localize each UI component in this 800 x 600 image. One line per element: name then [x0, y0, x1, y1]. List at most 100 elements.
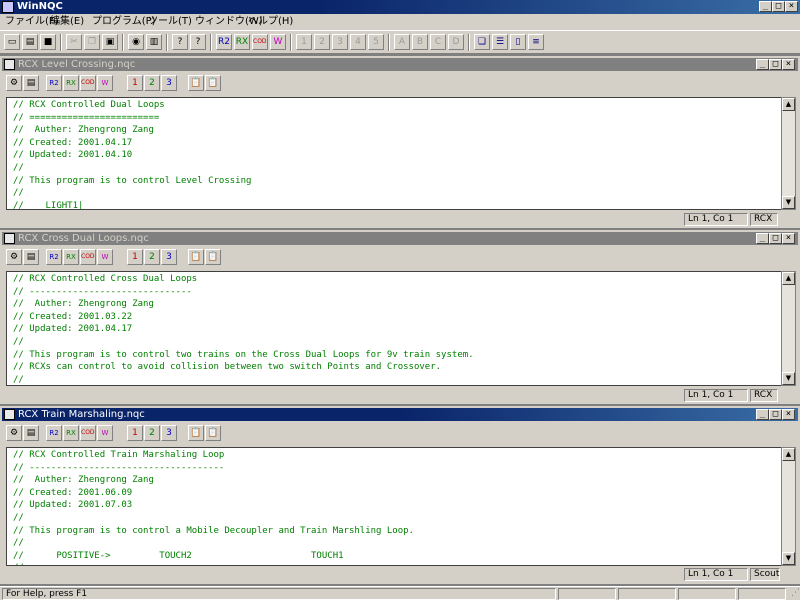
- list-icon[interactable]: ▤: [23, 75, 39, 91]
- resize-grip-icon[interactable]: ⋰: [788, 588, 800, 600]
- run-icon[interactable]: C: [430, 34, 446, 50]
- scroll-up-icon[interactable]: ▲: [782, 98, 795, 111]
- program-1-icon[interactable]: 1: [296, 34, 312, 50]
- rcx-target-icon[interactable]: RX: [63, 249, 79, 265]
- minimize-button[interactable]: _: [756, 409, 769, 420]
- document-icon[interactable]: [4, 233, 15, 244]
- list-icon[interactable]: ▤: [23, 249, 39, 265]
- code-editor[interactable]: // RCX Controlled Dual Loops // ========…: [6, 97, 782, 210]
- clipboard-paste-icon[interactable]: 📋: [205, 425, 221, 441]
- compile-icon[interactable]: A: [394, 34, 410, 50]
- rcx2-target-icon[interactable]: R2: [46, 425, 62, 441]
- minimize-button[interactable]: _: [756, 59, 769, 70]
- maximize-button[interactable]: □: [769, 59, 782, 70]
- program-5-icon[interactable]: 5: [368, 34, 384, 50]
- new-file-icon[interactable]: ▭: [4, 34, 20, 50]
- close-button[interactable]: ×: [782, 233, 795, 244]
- scroll-down-icon[interactable]: ▼: [782, 372, 795, 385]
- maximize-button[interactable]: □: [769, 233, 782, 244]
- clipboard-paste-icon[interactable]: 📋: [205, 75, 221, 91]
- settings-icon[interactable]: ⚙: [6, 425, 22, 441]
- find-icon[interactable]: ◉: [128, 34, 144, 50]
- code-text[interactable]: // RCX Controlled Dual Loops // ========…: [7, 98, 781, 209]
- code-target-icon[interactable]: CODE: [80, 75, 96, 91]
- rcx-target-icon[interactable]: RX: [63, 75, 79, 91]
- settings-icon[interactable]: ⚙: [6, 75, 22, 91]
- settings-icon[interactable]: ⚙: [6, 249, 22, 265]
- help-icon[interactable]: ?: [172, 34, 188, 50]
- minimize-button[interactable]: _: [759, 1, 772, 12]
- slot-1-icon[interactable]: 1: [127, 425, 143, 441]
- maximize-button[interactable]: □: [769, 409, 782, 420]
- code-editor[interactable]: // RCX Controlled Cross Dual Loops // --…: [6, 271, 782, 386]
- close-button[interactable]: ×: [785, 1, 798, 12]
- menu-program[interactable]: プログラム(P): [92, 15, 156, 29]
- web-target-icon[interactable]: W: [97, 425, 113, 441]
- copy-icon[interactable]: ❐: [84, 34, 100, 50]
- stop-icon[interactable]: D: [448, 34, 464, 50]
- close-button[interactable]: ×: [782, 409, 795, 420]
- tile-horizontal-icon[interactable]: ☰: [492, 34, 508, 50]
- document-icon[interactable]: [4, 59, 15, 70]
- clipboard-icon[interactable]: 📋: [188, 249, 204, 265]
- code-text[interactable]: // RCX Controlled Train Marshaling Loop …: [7, 448, 781, 565]
- code-target-icon[interactable]: CODE: [252, 34, 268, 50]
- rcx-target-icon[interactable]: RX: [63, 425, 79, 441]
- slot-3-icon[interactable]: 3: [161, 75, 177, 91]
- slot-3-icon[interactable]: 3: [161, 249, 177, 265]
- app-title-bar[interactable]: WinNQC _ □ ×: [0, 0, 800, 14]
- rcx-target-icon[interactable]: RX: [234, 34, 250, 50]
- slot-2-icon[interactable]: 2: [144, 425, 160, 441]
- context-help-icon[interactable]: ?: [190, 34, 206, 50]
- rcx2-target-icon[interactable]: R2: [46, 75, 62, 91]
- clipboard-paste-icon[interactable]: 📋: [205, 249, 221, 265]
- program-4-icon[interactable]: 4: [350, 34, 366, 50]
- print-icon[interactable]: ▥: [146, 34, 162, 50]
- code-text[interactable]: // RCX Controlled Cross Dual Loops // --…: [7, 272, 781, 385]
- web-target-icon[interactable]: W: [97, 75, 113, 91]
- paste-icon[interactable]: ▣: [102, 34, 118, 50]
- arrange-icons-icon[interactable]: ≡: [528, 34, 544, 50]
- slot-2-icon[interactable]: 2: [144, 75, 160, 91]
- list-icon[interactable]: ▤: [23, 425, 39, 441]
- menu-edit[interactable]: 編集(E): [50, 15, 84, 29]
- slot-1-icon[interactable]: 1: [127, 249, 143, 265]
- code-editor[interactable]: // RCX Controlled Train Marshaling Loop …: [6, 447, 782, 566]
- slot-1-icon[interactable]: 1: [127, 75, 143, 91]
- open-file-icon[interactable]: ▤: [22, 34, 38, 50]
- window-title-bar[interactable]: RCX Level Crossing.nqc _ □ ×: [2, 58, 798, 71]
- code-target-icon[interactable]: CODE: [80, 249, 96, 265]
- clipboard-icon[interactable]: 📋: [188, 425, 204, 441]
- code-target-icon[interactable]: CODE: [80, 425, 96, 441]
- scroll-down-icon[interactable]: ▼: [782, 196, 795, 209]
- clipboard-icon[interactable]: 📋: [188, 75, 204, 91]
- app-icon[interactable]: [2, 1, 14, 13]
- scroll-down-icon[interactable]: ▼: [782, 552, 795, 565]
- close-button[interactable]: ×: [782, 59, 795, 70]
- minimize-button[interactable]: _: [756, 233, 769, 244]
- window-title-bar[interactable]: RCX Train Marshaling.nqc _ □ ×: [2, 408, 798, 421]
- vertical-scrollbar[interactable]: ▲ ▼: [781, 447, 796, 566]
- download-icon[interactable]: B: [412, 34, 428, 50]
- menu-tools[interactable]: ツール(T): [148, 15, 192, 29]
- document-icon[interactable]: [4, 409, 15, 420]
- cascade-icon[interactable]: ❏: [474, 34, 490, 50]
- program-3-icon[interactable]: 3: [332, 34, 348, 50]
- scroll-up-icon[interactable]: ▲: [782, 272, 795, 285]
- slot-2-icon[interactable]: 2: [144, 249, 160, 265]
- maximize-button[interactable]: □: [772, 1, 785, 12]
- web-target-icon[interactable]: W: [270, 34, 286, 50]
- tile-vertical-icon[interactable]: ▯: [510, 34, 526, 50]
- web-target-icon[interactable]: W: [97, 249, 113, 265]
- save-icon[interactable]: ■: [40, 34, 56, 50]
- menu-help[interactable]: ヘルプ(H): [248, 15, 293, 29]
- vertical-scrollbar[interactable]: ▲ ▼: [781, 97, 796, 210]
- window-title-bar[interactable]: RCX Cross Dual Loops.nqc _ □ ×: [2, 232, 798, 245]
- rcx2-target-icon[interactable]: R2: [46, 249, 62, 265]
- slot-3-icon[interactable]: 3: [161, 425, 177, 441]
- vertical-scrollbar[interactable]: ▲ ▼: [781, 271, 796, 386]
- rcx2-target-icon[interactable]: R2: [216, 34, 232, 50]
- program-2-icon[interactable]: 2: [314, 34, 330, 50]
- cut-icon[interactable]: ✂: [66, 34, 82, 50]
- scroll-up-icon[interactable]: ▲: [782, 448, 795, 461]
